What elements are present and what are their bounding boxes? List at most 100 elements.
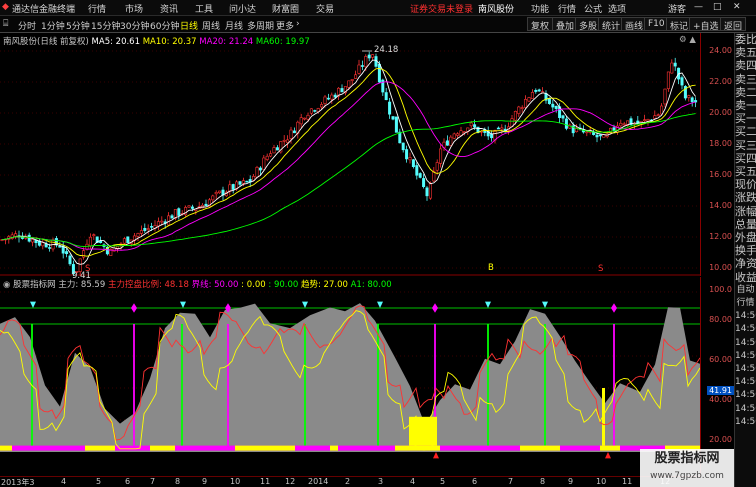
menu-item-market[interactable]: 行情: [88, 2, 106, 15]
menu-item-function[interactable]: 功能: [531, 2, 549, 15]
f10-button[interactable]: F10: [644, 17, 669, 31]
candle-body: [190, 206, 194, 209]
candlestick-chart[interactable]: [0, 33, 700, 276]
candle-body: [408, 157, 412, 161]
candle-body: [367, 54, 371, 59]
chart-icon[interactable]: ⌸: [3, 19, 8, 29]
candle-body: [527, 97, 531, 102]
side-tab[interactable]: 14:50: [735, 337, 756, 350]
menu-item-formula[interactable]: 公式: [584, 2, 602, 15]
period-daily[interactable]: 日线: [180, 19, 198, 32]
date-tick: 9: [202, 477, 208, 486]
side-tab[interactable]: 委比: [735, 33, 756, 46]
add-watchlist-button[interactable]: +自选: [689, 17, 723, 32]
date-tick: 8: [540, 477, 546, 486]
side-tab[interactable]: 14:50: [735, 416, 756, 429]
period-monthly[interactable]: 月线: [225, 19, 243, 32]
candle-body: [333, 94, 337, 98]
side-tab[interactable]: 行情: [735, 297, 756, 310]
side-tab[interactable]: 自动: [735, 284, 756, 297]
v90-label: : 90.00: [268, 280, 299, 290]
date-tick: 2014: [308, 477, 329, 486]
side-tab[interactable]: 卖四: [735, 59, 756, 72]
close-icon[interactable]: ✕: [733, 2, 741, 12]
login-notice[interactable]: 证券交易未登录: [410, 2, 473, 15]
indicator-chart[interactable]: [0, 277, 700, 476]
candle-body: [445, 140, 449, 146]
menu-item-ask[interactable]: 问小达: [229, 2, 256, 15]
adjust-button[interactable]: 复权: [527, 17, 554, 32]
more-arrow-icon[interactable]: ›: [296, 19, 300, 29]
period-more[interactable]: 更多: [276, 19, 294, 32]
menu-item-quote[interactable]: 行情: [558, 2, 576, 15]
candle-body: [65, 251, 69, 255]
period-30min[interactable]: 30分钟: [120, 19, 149, 32]
candle-body: [245, 180, 249, 183]
period-weekly[interactable]: 周线: [202, 19, 220, 32]
date-tick: 7: [150, 477, 156, 486]
menu-item-wealth[interactable]: 财富圈: [272, 2, 299, 15]
candle-body: [493, 129, 497, 141]
side-tab[interactable]: 涨幅: [735, 205, 756, 218]
menu-item-trade[interactable]: 交易: [316, 2, 334, 15]
period-1min[interactable]: 1分钟: [41, 19, 65, 32]
candle-body: [99, 240, 103, 243]
period-minute[interactable]: 分时: [18, 19, 36, 32]
candle-body: [612, 127, 616, 131]
base-band-segment: [150, 445, 175, 451]
ma5-label: MA5: 20.61: [91, 37, 141, 47]
candle-body: [673, 62, 677, 67]
chart-settings-icon[interactable]: ⚙ ▲: [679, 35, 696, 45]
side-tab[interactable]: 14:50: [735, 310, 756, 323]
side-tab[interactable]: 收益: [735, 271, 756, 284]
side-tab[interactable]: 14:50: [735, 389, 756, 402]
side-tab[interactable]: 14:50: [735, 350, 756, 363]
side-tab[interactable]: 总量: [735, 218, 756, 231]
menu-item-news[interactable]: 资讯: [160, 2, 178, 15]
candle-body: [384, 92, 388, 101]
side-tab[interactable]: 买三: [735, 139, 756, 152]
side-tab[interactable]: 14:50: [735, 403, 756, 416]
period-60min[interactable]: 60分钟: [150, 19, 179, 32]
side-tab[interactable]: 卖三: [735, 73, 756, 86]
candle-body: [388, 101, 392, 115]
side-tab[interactable]: 14:50: [735, 363, 756, 376]
period-5min[interactable]: 5分钟: [66, 19, 90, 32]
side-tab[interactable]: 外盘: [735, 231, 756, 244]
candle-body: [449, 136, 453, 146]
menu-item-options[interactable]: 选项: [608, 2, 626, 15]
candle-body: [306, 114, 310, 120]
side-tab[interactable]: 买一: [735, 112, 756, 125]
date-tick: 11: [260, 477, 271, 486]
ma10-line: [1, 67, 696, 257]
period-multi[interactable]: 多周期: [247, 19, 274, 32]
side-tab[interactable]: 卖五: [735, 46, 756, 59]
side-tab[interactable]: 买四: [735, 152, 756, 165]
side-tab[interactable]: 现价: [735, 178, 756, 191]
back-button[interactable]: 返回: [720, 17, 747, 32]
candle-body: [364, 56, 368, 68]
candle-body: [609, 127, 613, 134]
side-tab[interactable]: 卖一: [735, 99, 756, 112]
guest-label[interactable]: 游客: [668, 2, 686, 15]
menu-item-markets[interactable]: 市场: [125, 2, 143, 15]
menu-item-tools[interactable]: 工具: [195, 2, 213, 15]
zl-area: [0, 303, 700, 452]
side-tab[interactable]: 卖二: [735, 86, 756, 99]
period-15min[interactable]: 15分钟: [91, 19, 120, 32]
minimize-icon[interactable]: —: [694, 2, 703, 12]
candle-body: [340, 88, 344, 93]
watermark-url: www.7gpzb.com: [650, 471, 724, 481]
side-tab[interactable]: 买五: [735, 165, 756, 178]
candle-body: [598, 134, 602, 137]
candle-body: [323, 96, 327, 104]
side-tab[interactable]: 涨跌: [735, 191, 756, 204]
side-tab[interactable]: 14:50: [735, 323, 756, 336]
base-band-segment: [0, 445, 12, 451]
side-tab[interactable]: 净资: [735, 257, 756, 270]
candle-body: [241, 180, 245, 184]
side-tab[interactable]: 14:50: [735, 376, 756, 389]
side-tab[interactable]: 换手: [735, 244, 756, 257]
maximize-icon[interactable]: □: [713, 2, 722, 12]
side-tab[interactable]: 买二: [735, 125, 756, 138]
